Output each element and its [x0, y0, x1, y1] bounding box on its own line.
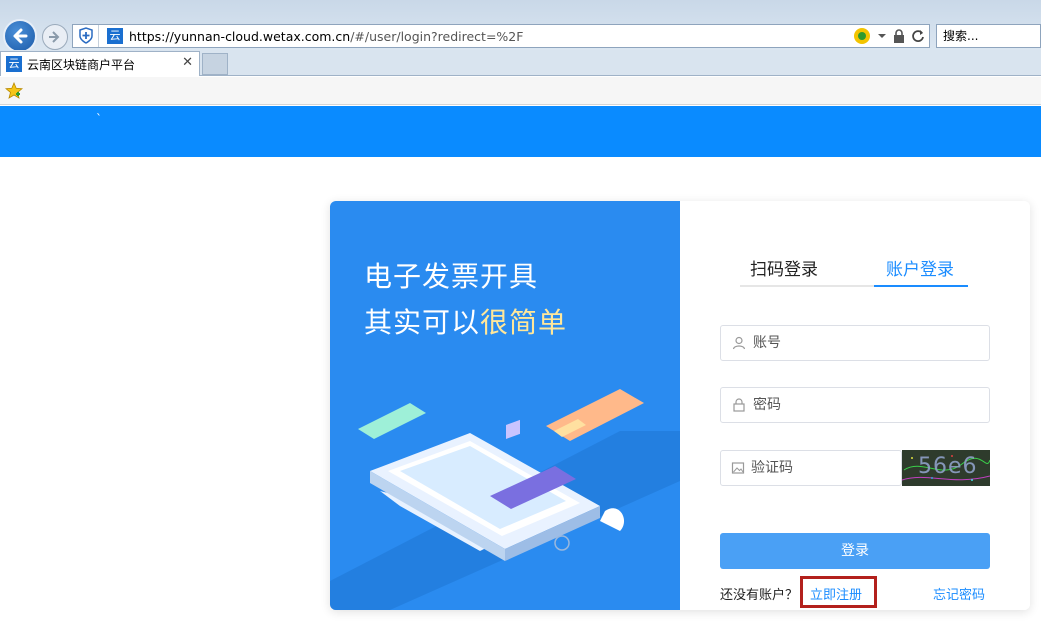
security-shield-icon[interactable]	[73, 25, 99, 47]
arrow-left-icon	[13, 28, 28, 44]
new-tab-button[interactable]	[202, 53, 228, 75]
favorites-star-icon[interactable]	[5, 82, 23, 100]
register-link[interactable]: 立即注册	[810, 584, 862, 603]
close-tab-icon[interactable]: ✕	[182, 55, 193, 70]
tab-qr-login[interactable]: 扫码登录	[750, 255, 818, 280]
lock-icon[interactable]	[893, 29, 905, 43]
promo-headline-2-prefix: 其实可以	[364, 306, 481, 339]
captcha-input[interactable]	[751, 460, 925, 476]
header-mark: `	[96, 112, 102, 126]
tab-account-login[interactable]: 账户登录	[886, 255, 954, 280]
browser-tab-active[interactable]: 云 云南区块链商户平台 ✕	[0, 51, 200, 76]
site-favicon-icon: 云	[107, 28, 123, 44]
tab-favicon-icon: 云	[6, 56, 22, 72]
captcha-text: 56e6	[918, 454, 978, 479]
user-icon	[731, 335, 747, 351]
username-field[interactable]	[720, 325, 990, 361]
promo-headline-1: 电子发票开具	[364, 260, 539, 293]
address-bar[interactable]: 云 https://yunnan-cloud.wetax.com.cn/#/us…	[72, 24, 930, 48]
username-input[interactable]	[753, 335, 953, 351]
browser-search-input[interactable]: 搜索...	[936, 24, 1041, 48]
image-icon	[731, 460, 745, 476]
dropdown-caret-icon[interactable]	[877, 31, 887, 41]
active-tab-indicator	[874, 285, 968, 287]
lock-icon	[731, 397, 747, 413]
promo-headline-2: 其实可以很简单	[364, 301, 567, 341]
url-path: /#/user/login?redirect=%2F	[350, 28, 524, 44]
forgot-password-link[interactable]: 忘记密码	[933, 584, 985, 603]
url-text[interactable]: https://yunnan-cloud.wetax.com.cn/#/user…	[129, 29, 523, 44]
login-tabs: 扫码登录 账户登录	[740, 253, 968, 287]
password-field[interactable]	[720, 387, 990, 423]
refresh-icon[interactable]	[911, 29, 925, 43]
promo-panel: 电子发票开具 其实可以很简单	[330, 201, 680, 610]
compat-view-icon[interactable]	[853, 27, 871, 45]
browser-tab-strip: 云 云南区块链商户平台 ✕	[0, 50, 1041, 76]
favorites-bar	[0, 77, 1041, 105]
login-card: 电子发票开具 其实可以很简单 扫码登录 账户登录 账号 验证码 56e6 登录 …	[330, 201, 1030, 610]
tab-title: 云南区块链商户平台	[27, 57, 136, 72]
arrow-right-icon	[49, 31, 60, 43]
login-button[interactable]: 登录	[720, 533, 990, 569]
captcha-field[interactable]	[720, 450, 925, 486]
promo-highlight: 很简单	[480, 306, 568, 339]
forward-button[interactable]	[42, 24, 68, 50]
phone-invoice-illustration	[330, 389, 680, 610]
login-form: 扫码登录 账户登录 账号 验证码 56e6 登录 还没有账户？	[680, 201, 1030, 610]
password-input[interactable]	[753, 397, 953, 413]
url-host: https://yunnan-cloud.wetax.com.cn	[129, 28, 351, 44]
site-header: `	[0, 106, 1041, 157]
no-account-text: 还没有账户？	[720, 588, 799, 603]
back-button[interactable]	[3, 19, 37, 53]
browser-toolbar: 云 https://yunnan-cloud.wetax.com.cn/#/us…	[0, 0, 1041, 53]
captcha-image[interactable]: 56e6	[902, 450, 990, 486]
